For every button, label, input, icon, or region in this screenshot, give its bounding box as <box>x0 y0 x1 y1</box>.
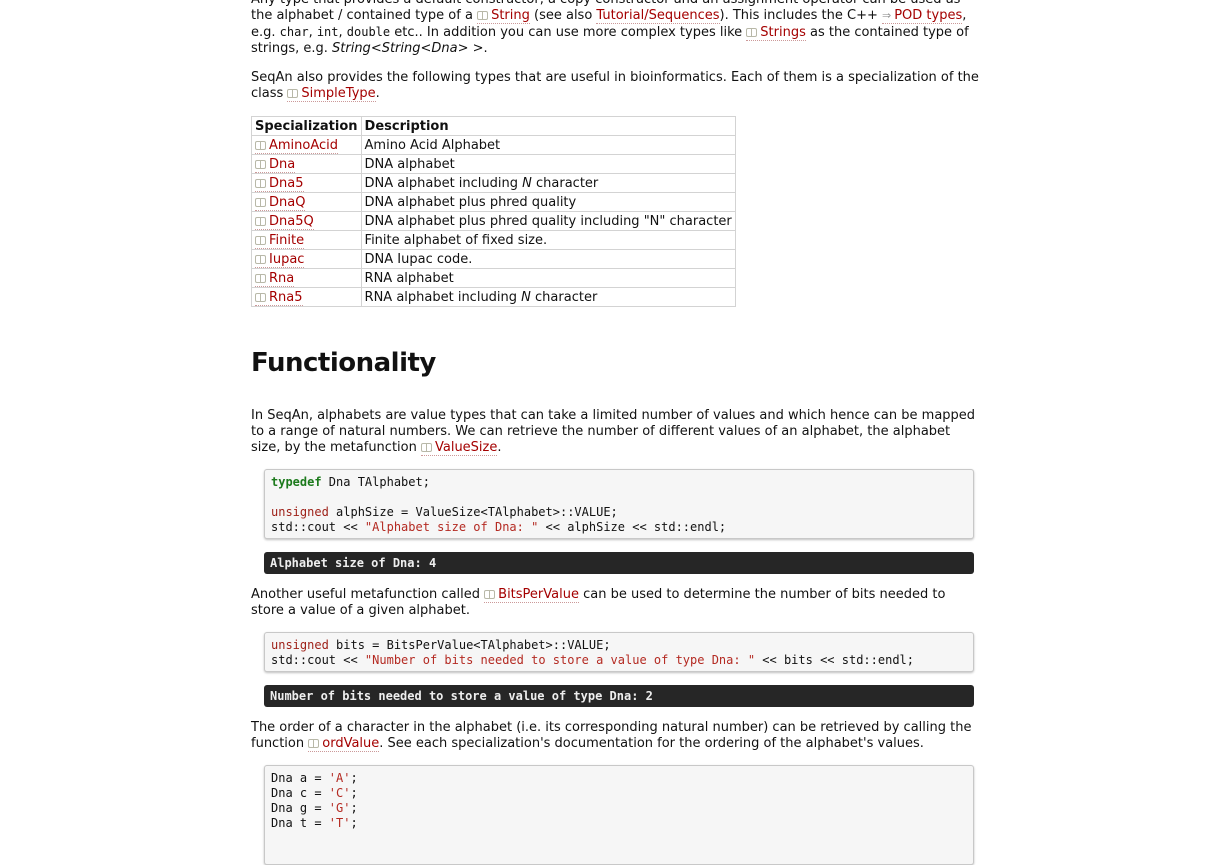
double-code: double <box>346 25 391 39</box>
column-header-specialization: Specialization <box>251 116 362 136</box>
iupac-link[interactable]: Iupac <box>255 251 305 268</box>
bitspervalue-paragraph: Another useful metafunction called BitsP… <box>251 587 946 618</box>
book-icon <box>255 254 266 264</box>
table-row: Finite Finite alphabet of fixed size. <box>251 230 736 250</box>
book-icon <box>746 28 758 37</box>
dnaq-link[interactable]: DnaQ <box>255 194 306 211</box>
pod-types-link[interactable]: ⇒ POD types <box>882 8 963 24</box>
functionality-paragraph: In SeqAn, alphabets are value types that… <box>251 408 976 456</box>
book-icon <box>255 292 266 302</box>
strings-link[interactable]: Strings <box>746 25 806 41</box>
book-icon <box>420 443 432 452</box>
table-row: Rna RNA alphabet <box>251 268 736 288</box>
table-cell-description: DNA alphabet plus phred quality <box>360 192 736 212</box>
code-block-alphabet-size: typedef Dna TAlphabet; unsigned alphSize … <box>264 469 974 539</box>
book-icon <box>477 11 489 20</box>
table-cell-description: DNA alphabet including N character <box>360 173 736 193</box>
book-icon <box>484 590 496 599</box>
table-cell-description: DNA Iupac code. <box>360 249 736 269</box>
section-heading-functionality: Functionality <box>251 348 436 378</box>
book-icon <box>255 235 266 245</box>
external-link-icon: ⇒ <box>882 9 892 22</box>
string-example: String<String<Dna> > <box>332 41 484 56</box>
table-row: Dna5 DNA alphabet including N character <box>251 173 736 193</box>
table-row: Dna5Q DNA alphabet plus phred quality in… <box>251 211 736 231</box>
string-link[interactable]: String <box>477 8 530 24</box>
table-row: Dna DNA alphabet <box>251 154 736 174</box>
book-icon <box>255 159 266 169</box>
intro-paragraph: Any type that provides a default constru… <box>251 0 969 56</box>
output-block-bits-per-value: Number of bits needed to store a value o… <box>264 685 974 707</box>
tutorial-sequences-link[interactable]: Tutorial/Sequences <box>596 8 720 24</box>
ordvalue-paragraph: The order of a character in the alphabet… <box>251 720 972 752</box>
code-block-bits-per-value: unsigned bits = BitsPerValue<TAlphabet>:… <box>264 632 974 672</box>
specialization-table: Specialization Description AminoAcid Ami… <box>251 116 736 307</box>
book-icon <box>255 178 266 188</box>
aminoacid-link[interactable]: AminoAcid <box>255 137 339 154</box>
column-header-description: Description <box>360 116 736 136</box>
book-icon <box>255 140 266 150</box>
int-code: int <box>316 25 339 39</box>
table-cell-description: RNA alphabet <box>360 268 736 288</box>
dna5q-link[interactable]: Dna5Q <box>255 213 314 230</box>
table-cell-description: Amino Acid Alphabet <box>360 135 736 155</box>
ordvalue-link[interactable]: ordValue <box>308 736 380 752</box>
finite-link[interactable]: Finite <box>255 232 305 249</box>
table-header-row: Specialization Description <box>251 116 736 136</box>
rna-link[interactable]: Rna <box>255 270 295 287</box>
book-icon <box>255 273 266 283</box>
table-row: Iupac DNA Iupac code. <box>251 249 736 269</box>
book-icon <box>255 197 266 207</box>
rna5-link[interactable]: Rna5 <box>255 289 303 306</box>
book-icon <box>255 216 266 226</box>
table-cell-description: Finite alphabet of fixed size. <box>360 230 736 250</box>
table-row: DnaQ DNA alphabet plus phred quality <box>251 192 736 212</box>
simpletype-link[interactable]: SimpleType <box>287 86 376 102</box>
output-block-alphabet-size: Alphabet size of Dna: 4 <box>264 552 974 574</box>
book-icon <box>287 89 299 98</box>
valuesize-link[interactable]: ValueSize <box>420 440 498 456</box>
table-cell-description: DNA alphabet <box>360 154 736 174</box>
char-code: char <box>279 25 309 39</box>
table-cell-description: RNA alphabet including N character <box>360 287 736 307</box>
specializations-paragraph: SeqAn also provides the following types … <box>251 70 979 102</box>
book-icon <box>308 739 320 748</box>
dna-link[interactable]: Dna <box>255 156 296 173</box>
table-row: Rna5 RNA alphabet including N character <box>251 287 736 307</box>
table-row: AminoAcid Amino Acid Alphabet <box>251 135 736 155</box>
documentation-content: Any type that provides a default constru… <box>251 0 981 865</box>
table-cell-description: DNA alphabet plus phred quality includin… <box>360 211 736 231</box>
dna5-link[interactable]: Dna5 <box>255 175 304 192</box>
code-block-ordvalue: Dna a = 'A'; Dna c = 'C'; Dna g = 'G'; Dna … <box>264 765 974 865</box>
bitspervalue-link[interactable]: BitsPerValue <box>484 587 579 603</box>
